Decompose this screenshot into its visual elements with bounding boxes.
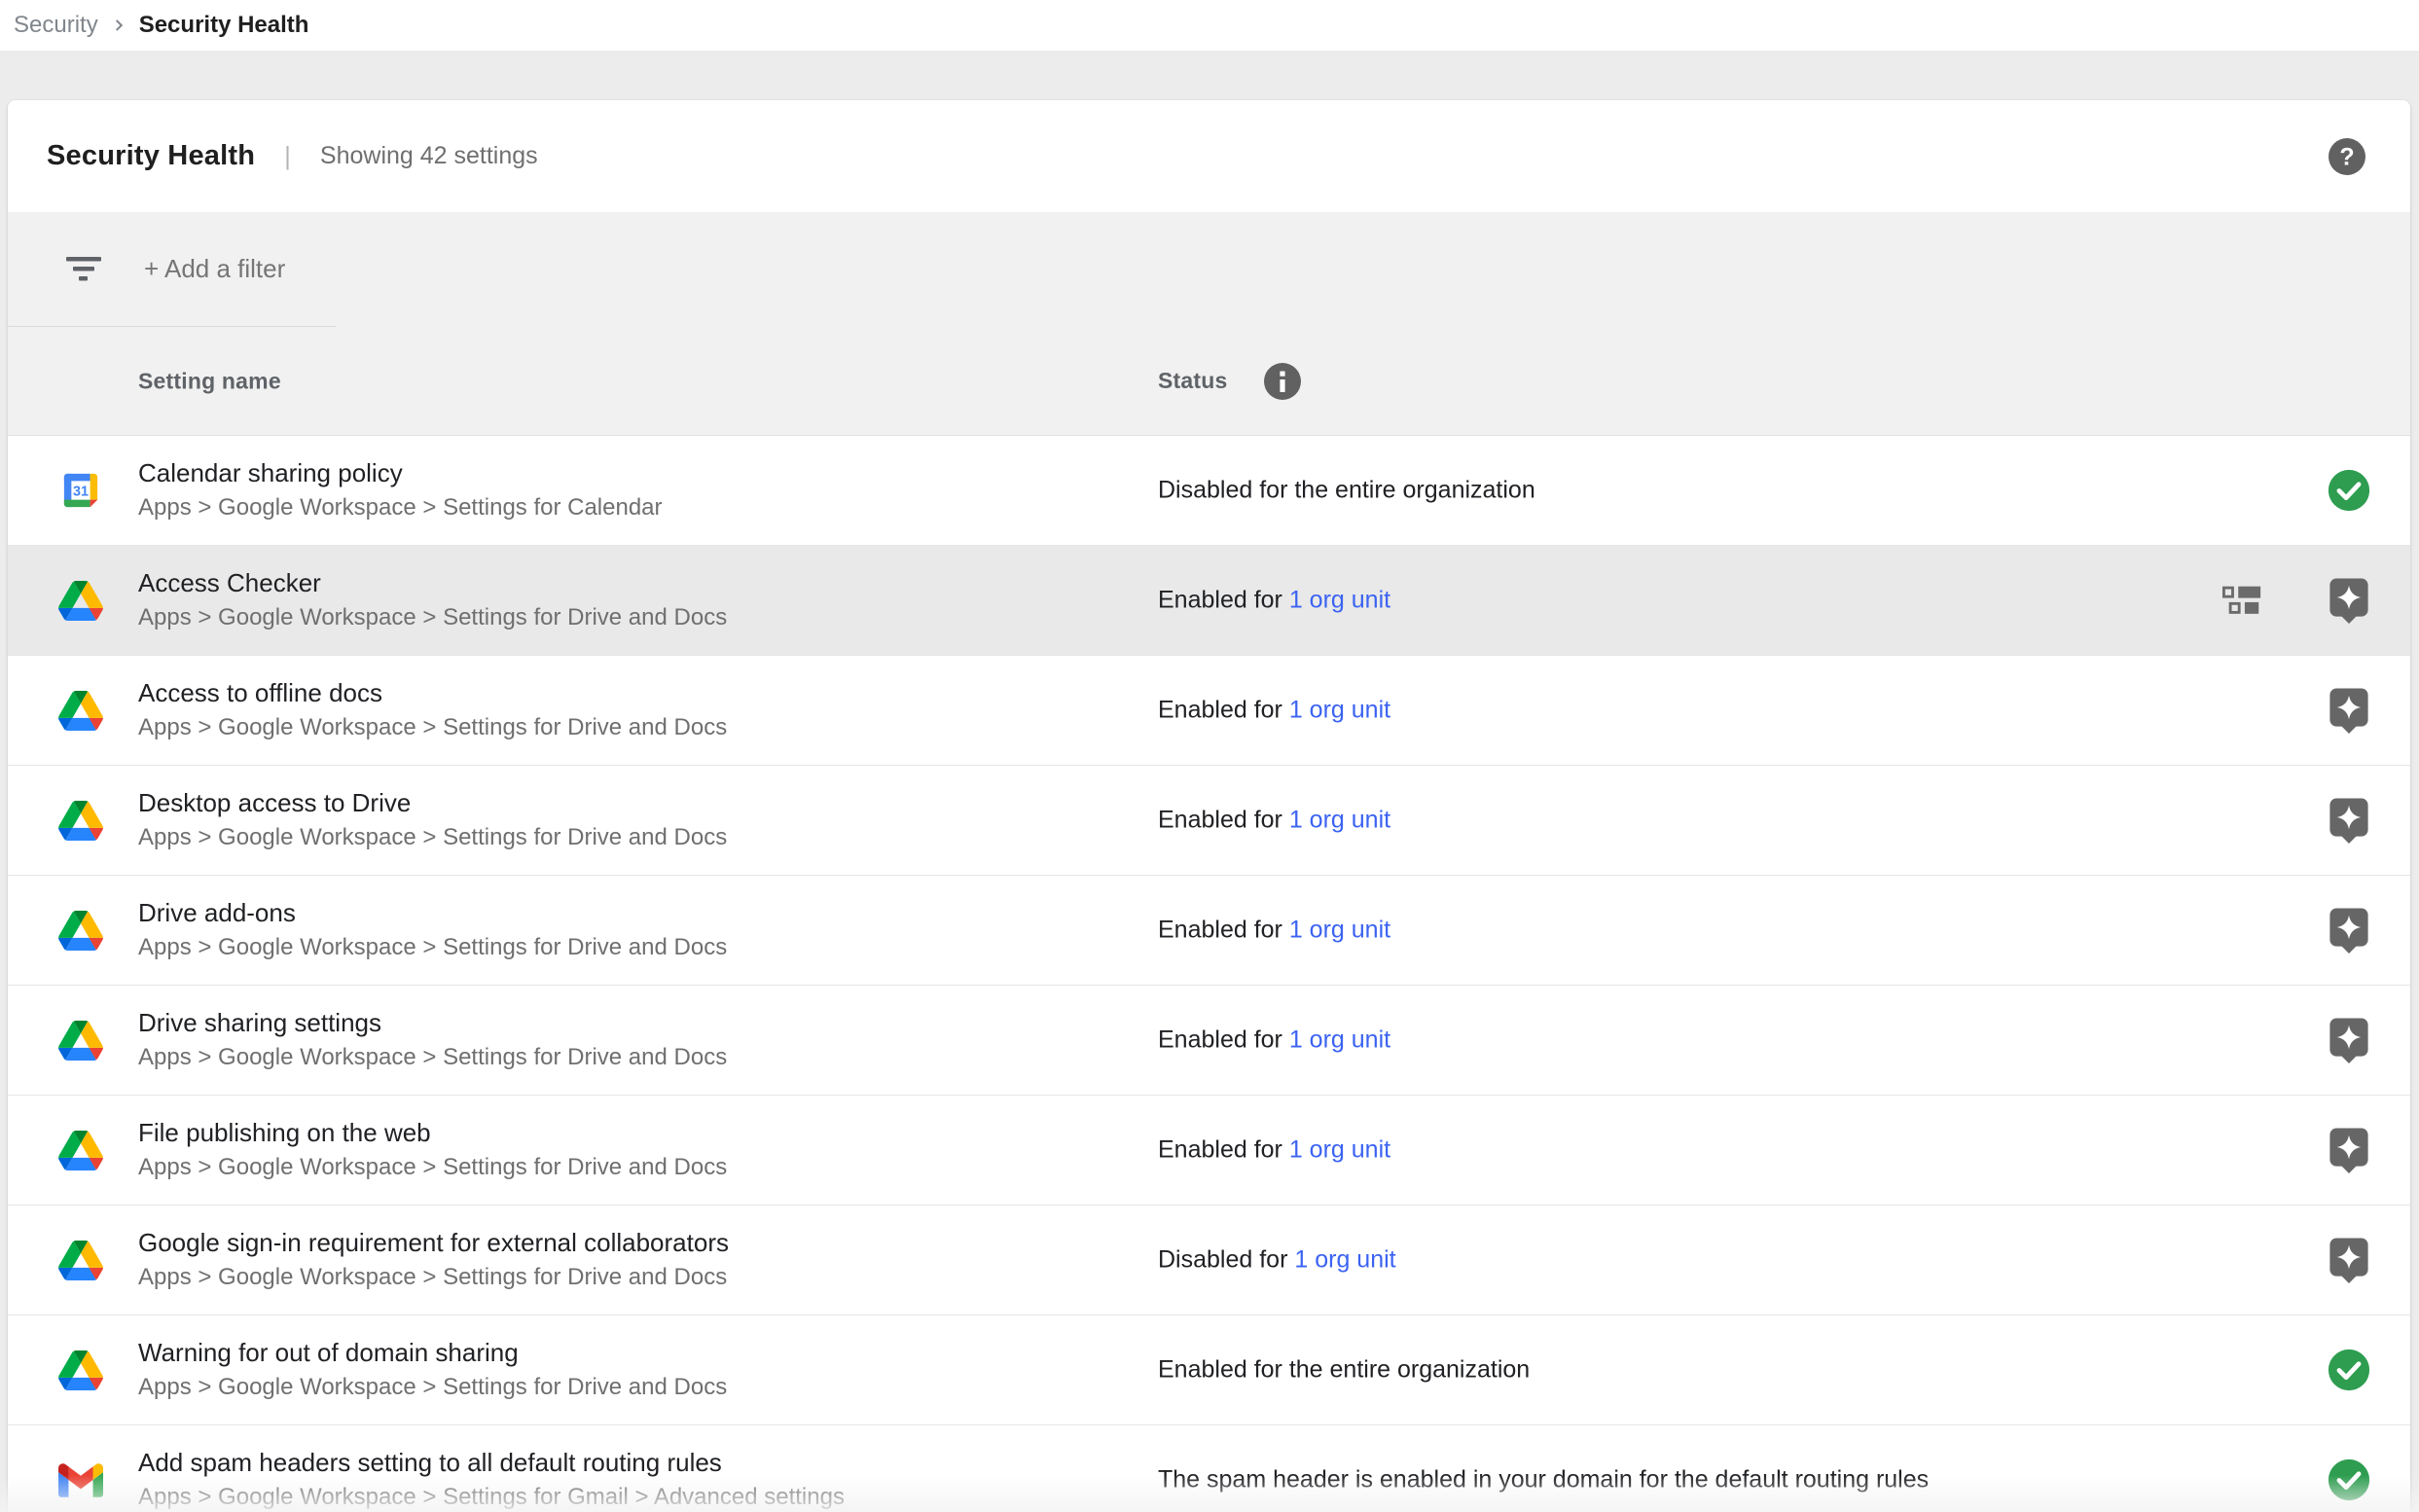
setting-row[interactable]: 31 Calendar sharing policy Apps > Google… (8, 436, 2410, 546)
setting-path: Apps > Google Workspace > Settings for D… (138, 1371, 727, 1404)
setting-path: Apps > Google Workspace > Settings for D… (138, 931, 727, 964)
setting-path: Apps > Google Workspace > Settings for D… (138, 1261, 729, 1294)
breadcrumb-current: Security Health (139, 12, 309, 39)
status-ok-icon (2327, 1348, 2371, 1392)
recommendation-icon[interactable] (2328, 1237, 2370, 1284)
status-column-header: Status (1158, 368, 1228, 394)
recommendation-icon[interactable] (2328, 907, 2370, 954)
setting-path: Apps > Google Workspace > Settings for D… (138, 821, 727, 854)
status-text: Enabled for (1158, 1026, 1289, 1054)
rule-icon[interactable] (2222, 586, 2263, 615)
drive-icon (58, 1018, 103, 1062)
setting-name: Desktop access to Drive (138, 786, 727, 819)
status-text: The spam header is enabled in your domai… (1158, 1466, 1929, 1494)
recommendation-icon[interactable] (2328, 797, 2370, 845)
org-unit-link[interactable]: 1 org unit (1294, 1246, 1395, 1274)
org-unit-link[interactable]: 1 org unit (1289, 807, 1390, 834)
org-unit-link[interactable]: 1 org unit (1289, 1136, 1390, 1164)
add-filter-button[interactable]: + Add a filter (144, 254, 285, 284)
status-text: Disabled for (1158, 1246, 1294, 1274)
security-health-card: Security Health | Showing 42 settings ? (8, 100, 2410, 1512)
setting-row[interactable]: Warning for out of domain sharing Apps >… (8, 1315, 2410, 1425)
setting-path: Apps > Google Workspace > Settings for D… (138, 1041, 727, 1074)
drive-icon (58, 688, 103, 733)
breadcrumb: Security Security Health (0, 0, 2419, 51)
filter-and-header-section: + Add a filter Setting name Status (8, 212, 2410, 436)
setting-name: Drive sharing settings (138, 1006, 727, 1039)
settings-list: 31 Calendar sharing policy Apps > Google… (8, 436, 2410, 1512)
setting-row[interactable]: Add spam headers setting to all default … (8, 1425, 2410, 1512)
drive-icon (58, 1128, 103, 1172)
setting-row[interactable]: Desktop access to Drive Apps > Google Wo… (8, 766, 2410, 876)
setting-name: Calendar sharing policy (138, 456, 663, 489)
recommendation-icon[interactable] (2328, 1017, 2370, 1064)
setting-name-column-header: Setting name (138, 368, 281, 394)
status-ok-icon (2327, 1458, 2371, 1502)
drive-icon (58, 908, 103, 953)
calendar-icon: 31 (58, 468, 103, 513)
filter-bar: + Add a filter (8, 212, 2410, 326)
page-background: Security Health | Showing 42 settings ? (0, 51, 2419, 1512)
info-icon[interactable] (1263, 362, 1302, 401)
setting-name: File publishing on the web (138, 1116, 727, 1149)
status-text: Enabled for the entire organization (1158, 1356, 1530, 1384)
setting-row[interactable]: Access to offline docs Apps > Google Wor… (8, 656, 2410, 766)
org-unit-link[interactable]: 1 org unit (1289, 1026, 1390, 1054)
recommendation-icon[interactable] (2328, 1127, 2370, 1174)
setting-name: Google sign-in requirement for external … (138, 1226, 729, 1259)
card-header: Security Health | Showing 42 settings ? (8, 100, 2410, 212)
org-unit-link[interactable]: 1 org unit (1289, 917, 1390, 944)
org-unit-link[interactable]: 1 org unit (1289, 697, 1390, 724)
setting-path: Apps > Google Workspace > Settings for D… (138, 1151, 727, 1184)
org-unit-link[interactable]: 1 org unit (1289, 587, 1390, 614)
setting-name: Add spam headers setting to all default … (138, 1446, 845, 1479)
status-ok-icon (2327, 468, 2371, 513)
setting-name: Access to offline docs (138, 676, 727, 709)
title-separator: | (284, 141, 291, 171)
setting-row[interactable]: Google sign-in requirement for external … (8, 1206, 2410, 1315)
setting-path: Apps > Google Workspace > Settings for D… (138, 711, 727, 744)
status-text: Enabled for (1158, 587, 1289, 614)
recommendation-icon[interactable] (2328, 577, 2370, 625)
gmail-icon (58, 1458, 103, 1502)
chevron-right-icon (108, 15, 129, 36)
setting-name: Warning for out of domain sharing (138, 1336, 727, 1369)
setting-name: Drive add-ons (138, 896, 727, 929)
status-text: Enabled for (1158, 697, 1289, 724)
setting-name: Access Checker (138, 566, 727, 599)
setting-row[interactable]: Access Checker Apps > Google Workspace >… (8, 546, 2410, 656)
drive-icon (58, 1348, 103, 1392)
status-text: Enabled for (1158, 1136, 1289, 1164)
status-text: Enabled for (1158, 917, 1289, 944)
status-text: Disabled for the entire organization (1158, 477, 1535, 504)
setting-row[interactable]: Drive sharing settings Apps > Google Wor… (8, 986, 2410, 1096)
setting-path: Apps > Google Workspace > Settings for G… (138, 1481, 845, 1512)
drive-icon (58, 798, 103, 843)
setting-row[interactable]: Drive add-ons Apps > Google Workspace > … (8, 876, 2410, 986)
setting-row[interactable]: File publishing on the web Apps > Google… (8, 1096, 2410, 1206)
setting-path: Apps > Google Workspace > Settings for C… (138, 491, 663, 524)
filter-icon[interactable] (64, 256, 103, 283)
svg-text:31: 31 (73, 484, 89, 499)
breadcrumb-parent-link[interactable]: Security (14, 12, 98, 39)
drive-icon (58, 1238, 103, 1282)
setting-path: Apps > Google Workspace > Settings for D… (138, 601, 727, 634)
recommendation-icon[interactable] (2328, 687, 2370, 735)
help-icon[interactable]: ? (2328, 137, 2366, 176)
settings-count: Showing 42 settings (320, 142, 538, 170)
drive-icon (58, 578, 103, 623)
page-title: Security Health (47, 140, 255, 172)
svg-text:?: ? (2339, 143, 2354, 170)
status-text: Enabled for (1158, 807, 1289, 834)
table-header: Setting name Status (8, 327, 2410, 435)
